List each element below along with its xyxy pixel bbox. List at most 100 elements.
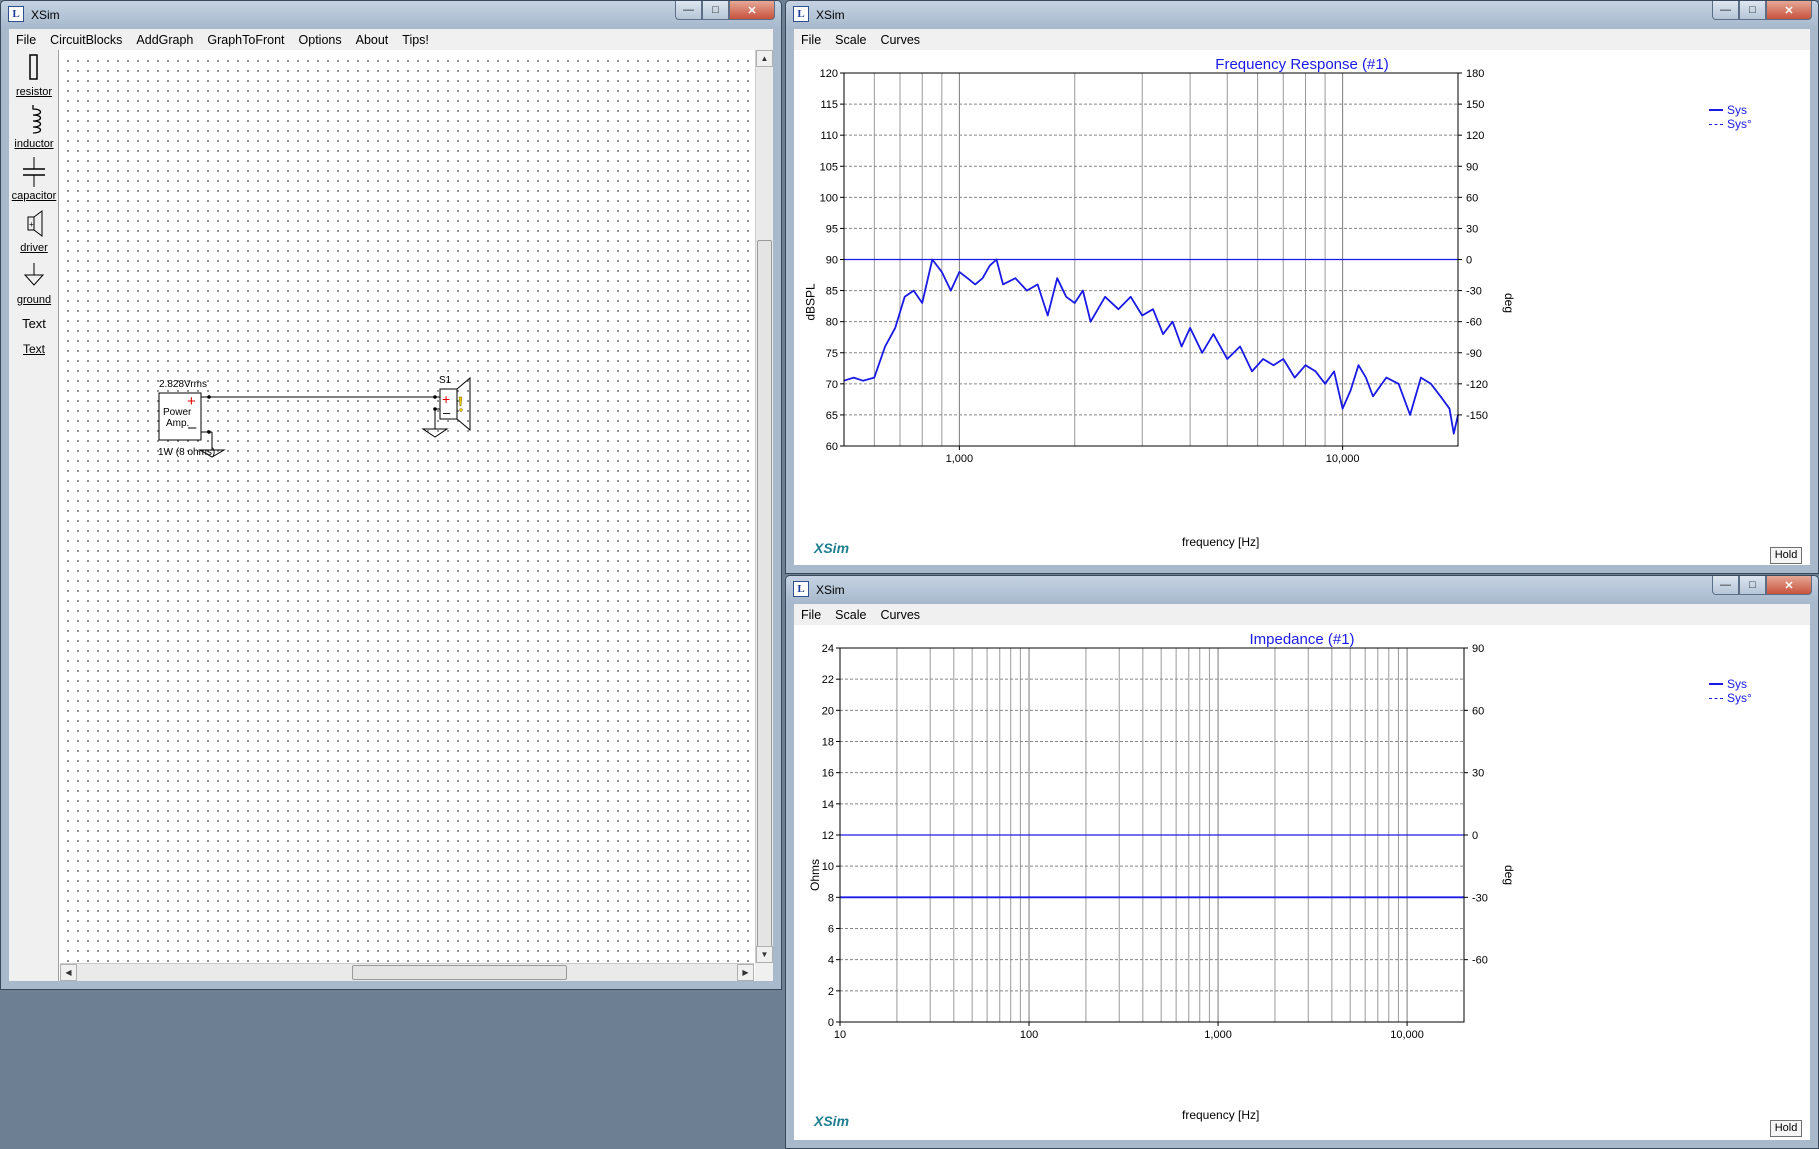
hold-button[interactable]: Hold	[1770, 547, 1802, 564]
menu-file[interactable]: File	[794, 608, 828, 622]
menu-curves[interactable]: Curves	[873, 608, 927, 622]
y-tick-label: 70	[826, 379, 838, 391]
legend-label: Sys°	[1727, 691, 1752, 705]
minimize-button[interactable]: —	[1712, 1, 1739, 20]
y-tick-label: 24	[822, 643, 834, 655]
speaker-polarity-dot	[459, 408, 463, 412]
vertical-scroll-thumb[interactable]	[757, 240, 772, 952]
y-tick-label: 80	[826, 317, 838, 329]
menu-graphtofront[interactable]: GraphToFront	[200, 33, 291, 47]
palette-label: inductor	[14, 138, 54, 150]
y2-tick-label: 150	[1466, 99, 1484, 111]
maximize-button[interactable]: □	[1739, 1, 1766, 20]
y-axis-label: dBSPL	[803, 283, 818, 321]
menu-options[interactable]: Options	[292, 33, 349, 47]
y-tick-label: 8	[828, 892, 834, 904]
scroll-down-button[interactable]: ▼	[756, 946, 773, 963]
palette-capacitor[interactable]: capacitor	[9, 157, 59, 202]
scroll-left-button[interactable]: ◀	[60, 964, 77, 981]
menu-tips[interactable]: Tips!	[395, 33, 436, 47]
menu-scale[interactable]: Scale	[828, 33, 873, 47]
vertical-scrollbar[interactable]: ▲ ▼	[755, 50, 773, 963]
y-tick-label: 85	[826, 286, 838, 298]
circuit-title-bar[interactable]: L XSim — □ ✕	[1, 1, 781, 28]
terminal-dot	[207, 395, 211, 399]
terminal-dot	[433, 395, 437, 399]
menu-file[interactable]: File	[794, 33, 828, 47]
maximize-button[interactable]: □	[702, 1, 729, 20]
impedance-menu-bar: File Scale Curves	[794, 604, 1810, 625]
scroll-up-button[interactable]: ▲	[756, 50, 773, 67]
menu-scale[interactable]: Scale	[828, 608, 873, 622]
x-tick-label: 1,000	[946, 453, 974, 465]
minimize-button[interactable]: —	[1712, 576, 1739, 595]
x-tick-label: 10,000	[1326, 453, 1360, 465]
minimize-button[interactable]: —	[675, 1, 702, 20]
component-palette: resistor inductor capacitor + driver gro…	[9, 50, 59, 981]
amp-minus-sign: –	[188, 419, 197, 436]
y-tick-label: 2	[828, 986, 834, 998]
legend-item[interactable]: Sys	[1709, 103, 1810, 117]
circuit-client: resistor inductor capacitor + driver gro…	[9, 50, 773, 981]
xsim-brand: XSim	[814, 540, 850, 556]
xsim-logo-icon: L	[793, 6, 809, 22]
frequency-title-bar[interactable]: L XSim — □ ✕	[786, 1, 1818, 28]
palette-resistor[interactable]: resistor	[9, 53, 59, 98]
amp-voltage-label: 2.828Vrms	[159, 379, 207, 390]
scroll-right-button[interactable]: ▶	[737, 964, 754, 981]
amp-label-line1: Power	[163, 407, 192, 418]
close-button[interactable]: ✕	[729, 1, 775, 20]
y2-tick-label: -120	[1466, 379, 1488, 391]
palette-text-tool[interactable]: Text	[9, 316, 59, 331]
y2-tick-label: -30	[1466, 286, 1482, 298]
hold-button[interactable]: Hold	[1770, 1120, 1802, 1137]
x-tick-label: 100	[1020, 1029, 1038, 1041]
palette-text-link[interactable]: Text	[9, 342, 59, 356]
y-tick-label: 12	[822, 830, 834, 842]
ground-icon	[23, 263, 45, 286]
y2-tick-label: 30	[1466, 223, 1478, 235]
palette-ground[interactable]: ground	[9, 261, 59, 306]
circuit-diagram: + – + –	[158, 376, 471, 458]
y-tick-label: 16	[822, 768, 834, 780]
y2-tick-label: 0	[1472, 830, 1478, 842]
circuit-canvas[interactable]: + – + – 2.828Vrms Power Amp. 1W (8 ohms)…	[60, 53, 754, 962]
x-tick-label: 1,000	[1204, 1029, 1232, 1041]
palette-label: ground	[16, 294, 52, 306]
horizontal-scroll-thumb[interactable]	[352, 965, 567, 980]
y2-tick-label: 60	[1472, 705, 1484, 717]
close-button[interactable]: ✕	[1766, 576, 1812, 595]
y2-tick-label: 90	[1472, 643, 1484, 655]
window-title: XSim	[816, 583, 845, 597]
driver-icon: +	[27, 210, 43, 237]
y2-tick-label: 30	[1472, 768, 1484, 780]
palette-driver[interactable]: + driver	[9, 209, 59, 254]
svg-text:+: +	[29, 220, 34, 229]
menu-curves[interactable]: Curves	[873, 33, 927, 47]
menu-file[interactable]: File	[9, 33, 43, 47]
menu-about[interactable]: About	[349, 33, 396, 47]
amp-label-line2: Amp.	[166, 418, 190, 429]
y2-axis-label: deg	[1502, 864, 1517, 886]
speaker-label: S1	[439, 375, 452, 386]
y-tick-label: 100	[820, 192, 838, 204]
y2-tick-label: -60	[1466, 317, 1482, 329]
menu-addgraph[interactable]: AddGraph	[129, 33, 200, 47]
menu-circuitblocks[interactable]: CircuitBlocks	[43, 33, 129, 47]
xsim-logo-icon: L	[8, 6, 24, 22]
y2-axis-label: deg	[1502, 292, 1517, 314]
maximize-button[interactable]: □	[1739, 576, 1766, 595]
legend-item[interactable]: Sys°	[1709, 691, 1810, 705]
close-button[interactable]: ✕	[1766, 1, 1812, 20]
y-tick-label: 14	[822, 799, 834, 811]
legend-item[interactable]: Sys°	[1709, 117, 1810, 131]
palette-inductor[interactable]: inductor	[9, 105, 59, 150]
y-tick-label: 22	[822, 674, 834, 686]
y2-tick-label: 120	[1466, 130, 1484, 142]
y-tick-label: 120	[820, 68, 838, 80]
horizontal-scrollbar[interactable]: ◀ ▶	[60, 963, 754, 981]
text-link-label: Text	[22, 342, 45, 356]
palette-label: resistor	[15, 86, 53, 98]
impedance-title-bar[interactable]: L XSim — □ ✕	[786, 576, 1818, 603]
legend-item[interactable]: Sys	[1709, 677, 1810, 691]
